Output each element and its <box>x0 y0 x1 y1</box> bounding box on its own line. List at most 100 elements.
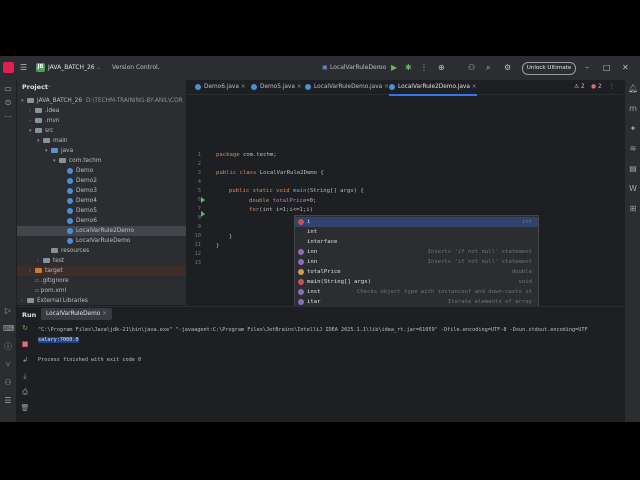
main-menu-icon[interactable]: ☰ <box>20 62 27 74</box>
tree-item-label: Demo4 <box>76 198 97 204</box>
stop-icon[interactable]: ■ <box>20 339 30 349</box>
code-line-10[interactable]: } <box>216 243 219 249</box>
run-tool-icon[interactable]: ▷ <box>3 306 13 316</box>
tree-item-label: .mvn <box>45 118 60 124</box>
settings-icon[interactable]: ⚙ <box>504 62 511 74</box>
search-icon[interactable]: ⌕ <box>486 62 490 74</box>
minimize-icon[interactable]: – <box>585 62 589 74</box>
tab-demo5[interactable]: Demo5.java × <box>251 80 302 94</box>
completion-item[interactable]: main(String[] args) void <box>295 277 538 287</box>
project-pane-title[interactable]: Project <box>22 83 48 91</box>
tree-item[interactable]: Demo3 <box>17 186 186 196</box>
services-icon[interactable]: ⚇ <box>468 62 475 74</box>
warning-icon[interactable]: ⚠ <box>574 80 579 94</box>
gradle-icon[interactable]: ▤ <box>628 164 638 174</box>
title-bar: ☰ JB JAVA_BATCH_26 ⌄ Version Control ⌄ ▣… <box>0 56 640 81</box>
completion-item[interactable]: interface <box>295 237 538 247</box>
completion-item-detail: Inserts 'if not null' statement <box>427 249 532 255</box>
todo-icon[interactable]: ☰ <box>3 396 13 406</box>
completion-item-detail: int <box>521 219 532 225</box>
code-line-1[interactable]: package com.techm; <box>216 152 277 158</box>
java-class-icon <box>67 167 73 174</box>
tree-item-label: Demo3 <box>76 188 97 194</box>
left-tool-strip: ▭ ⊙ ⋯ ▷ ⌨ ⓘ ⑂ ⚇ ☰ <box>0 80 17 422</box>
code-line-9[interactable]: } <box>229 234 232 240</box>
completion-item-detail: Inserts 'if not null' statement <box>427 259 532 265</box>
tree-item[interactable]: › .idea <box>17 106 186 116</box>
print-icon[interactable]: ⎙ <box>20 387 30 397</box>
services-tool-icon[interactable]: ⚇ <box>3 378 13 388</box>
completion-item[interactable]: totalPrice double <box>295 267 538 277</box>
tree-item[interactable]: Demo4 <box>17 196 186 206</box>
tree-item[interactable]: Demo2 <box>17 176 186 186</box>
tree-item[interactable]: resources <box>17 246 186 256</box>
problems-icon[interactable]: ⓘ <box>3 342 13 352</box>
tree-item[interactable]: ▾ java <box>17 146 186 156</box>
more-tabs-icon[interactable]: ⋮ <box>609 80 615 94</box>
debug-icon[interactable]: ✱ <box>405 62 412 74</box>
tree-item[interactable]: LocalVarRule2Demo <box>17 226 186 236</box>
completion-item[interactable]: i int <box>295 217 538 227</box>
tree-item-label: main <box>53 138 68 144</box>
code-line-3[interactable]: public class LocalVarRule2Demo { <box>216 170 324 176</box>
run-class-gutter-icon[interactable] <box>201 197 205 203</box>
maven-icon[interactable]: m <box>628 104 638 114</box>
tree-item-label: .idea <box>45 108 60 114</box>
error-icon[interactable]: ● <box>591 80 596 94</box>
project-tool-icon[interactable]: ▭ <box>3 84 13 94</box>
code-line-5[interactable]: public static void main(String[] args) { <box>229 188 364 194</box>
soft-wrap-icon[interactable]: ↲ <box>20 355 30 365</box>
run-main-gutter-icon[interactable] <box>201 211 205 217</box>
tab-demo6[interactable]: Demo6.java × <box>195 80 246 94</box>
code-with-me-icon[interactable]: ⊕ <box>438 62 445 74</box>
version-control-icon[interactable]: ⑂ <box>3 360 13 370</box>
completion-item[interactable]: inn Inserts 'if not null' statement <box>295 257 538 267</box>
maximize-icon[interactable]: □ <box>603 62 611 74</box>
database-icon[interactable]: ≋ <box>628 144 638 154</box>
line-number: 8 <box>197 215 201 221</box>
scroll-end-icon[interactable]: ⤓ <box>20 371 30 381</box>
tab-localvarrule2demo[interactable]: LocalVarRule2Demo.java × <box>389 80 477 96</box>
completion-item[interactable]: inn Inserts 'if not null' statement <box>295 247 538 257</box>
project-name-dropdown[interactable]: JAVA_BATCH_26 <box>48 64 95 71</box>
chevron-down-icon: ⌄ <box>378 64 384 71</box>
completion-item-name: int <box>307 229 318 235</box>
tree-item[interactable]: LocalVarRuleDemo <box>17 236 186 246</box>
close-icon[interactable]: ✕ <box>622 62 629 74</box>
tree-item[interactable]: Demo <box>17 166 186 176</box>
line-number: 6 <box>197 197 201 203</box>
tree-item[interactable]: ▾ JAVA_BATCH_26 D:\TECHM-TRAINING-BY-ANIL\… <box>17 96 186 106</box>
tab-localvarruledemo[interactable]: LocalVarRuleDemo.java × <box>305 80 389 94</box>
commit-icon[interactable]: ⊙ <box>3 98 13 108</box>
terminal-icon[interactable]: ⌨ <box>3 324 15 334</box>
notifications-icon[interactable]: 🔔︎ <box>628 84 638 94</box>
tree-item[interactable]: ▾ com.techm <box>17 156 186 166</box>
folder-icon <box>35 268 42 273</box>
version-control-dropdown[interactable]: Version Control <box>112 64 158 71</box>
tree-item[interactable]: › External Libraries <box>17 296 186 305</box>
tree-item[interactable]: Demo5 <box>17 206 186 216</box>
run-tab[interactable]: LocalVarRuleDemo × <box>41 308 113 320</box>
tree-item[interactable]: Demo6 <box>17 216 186 226</box>
copilot-icon[interactable]: W <box>628 184 638 194</box>
tree-item[interactable]: › .mvn <box>17 116 186 126</box>
tree-item[interactable]: ▫ .gitignore <box>17 276 186 286</box>
rerun-icon[interactable]: ↻ <box>20 323 30 333</box>
structure-icon[interactable]: ⋯ <box>3 112 13 122</box>
endpoints-icon[interactable]: ⊞ <box>628 204 638 214</box>
ai-assistant-icon[interactable]: ✦ <box>628 124 638 134</box>
tree-item[interactable]: ▫ pom.xml <box>17 286 186 296</box>
tree-item[interactable]: › test <box>17 256 186 266</box>
warning-count: 2 <box>581 84 585 90</box>
run-icon[interactable]: ▶ <box>391 62 397 74</box>
completion-item[interactable]: inst Checks object type with instanceof a… <box>295 287 538 297</box>
tree-item[interactable]: › target <box>17 266 186 276</box>
delete-icon[interactable]: 🗑︎ <box>20 403 30 413</box>
tree-item[interactable]: ▾ main <box>17 136 186 146</box>
code-line-7[interactable]: for(int i=1;i<=1;i) <box>249 207 313 213</box>
tree-item[interactable]: ▾ src <box>17 126 186 136</box>
more-actions-icon[interactable]: ⋮ <box>420 62 428 74</box>
unlock-ultimate-button[interactable]: Unlock Ultimate <box>522 62 576 75</box>
code-line-6[interactable]: double totalPrice=0; <box>249 198 316 204</box>
completion-item[interactable]: int <box>295 227 538 237</box>
